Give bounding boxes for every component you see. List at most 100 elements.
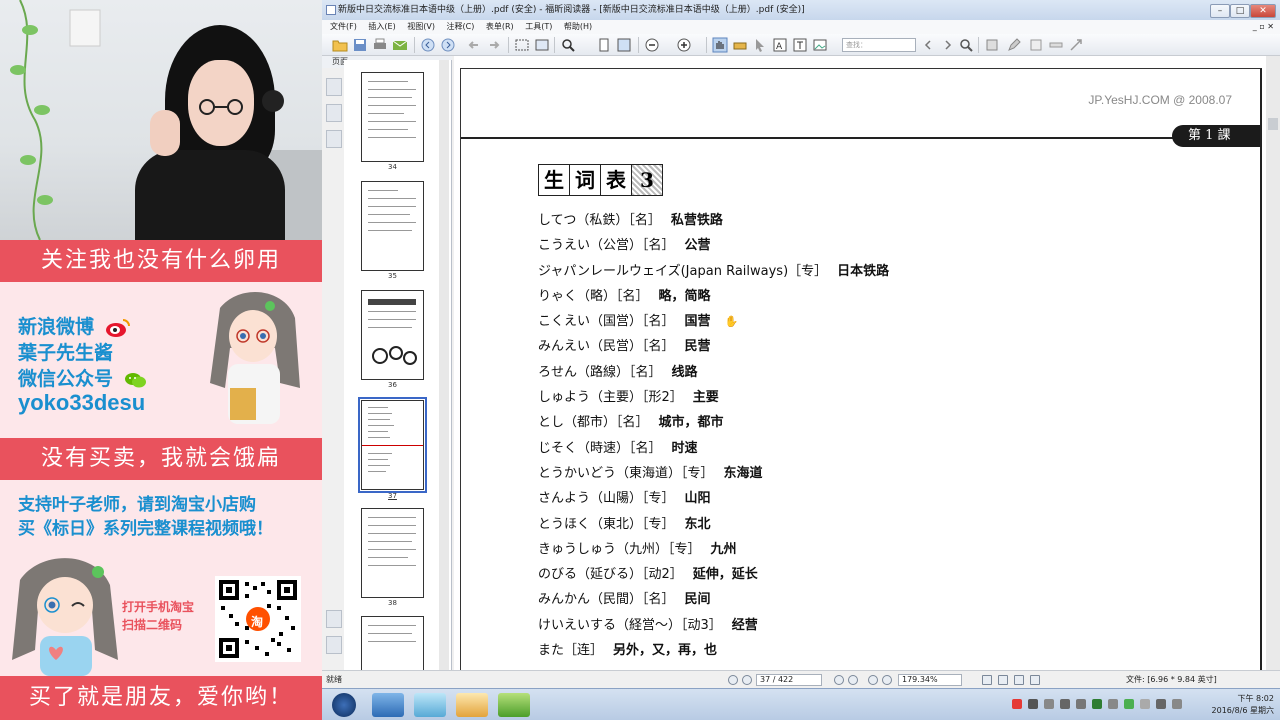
bookmarks-tab[interactable] xyxy=(326,104,342,122)
forward-arrow-icon[interactable] xyxy=(486,37,502,53)
page-thumbnail-35[interactable] xyxy=(361,181,424,271)
text-box-icon[interactable] xyxy=(792,37,808,53)
stamp-icon[interactable] xyxy=(984,37,1000,53)
note-icon[interactable] xyxy=(1028,37,1044,53)
taskbar-app-icon[interactable] xyxy=(498,693,530,717)
save-icon[interactable] xyxy=(352,37,368,53)
attachments-tab[interactable] xyxy=(326,610,342,628)
vocab-meaning: 日本铁路 xyxy=(837,263,890,279)
vocab-row: ろせん（路線）［名］ 线路 xyxy=(538,361,889,386)
vocab-entry: とうほく（東北）［专］ xyxy=(538,516,675,532)
facing-view-icon[interactable] xyxy=(1014,675,1024,685)
next-page-status-icon[interactable] xyxy=(834,675,844,685)
taskbar-app-icon[interactable] xyxy=(414,693,446,717)
vocab-row: しゅよう（主要）［形2］ 主要 xyxy=(538,386,889,411)
prev-page-status-icon[interactable] xyxy=(742,675,752,685)
layers-tab[interactable] xyxy=(326,130,342,148)
taskbar-app-icon[interactable] xyxy=(372,693,404,717)
vocab-row: とうほく（東北）［专］ 东北 xyxy=(538,513,889,538)
thumbnail-page-number: 35 xyxy=(388,272,397,280)
maximize-button[interactable]: □ xyxy=(1230,4,1250,18)
zoom-level-field[interactable]: 179.34% xyxy=(898,674,962,686)
select-text-icon[interactable] xyxy=(514,37,530,53)
next-page-icon[interactable] xyxy=(440,37,456,53)
page-thumbnail-34[interactable] xyxy=(361,72,424,162)
line-arrow-icon[interactable] xyxy=(1068,37,1084,53)
toolbar-separator xyxy=(638,37,639,53)
weibo-line: 新浪微博 xyxy=(18,312,131,339)
vocab-entry: とし（都市）［名］ xyxy=(538,415,649,431)
minimize-button[interactable]: – xyxy=(1210,4,1230,18)
page-number-field[interactable]: 37 / 422 xyxy=(756,674,822,686)
menu-form[interactable]: 表单(R) xyxy=(486,20,514,34)
taskbar-pdf-reader-icon[interactable] xyxy=(456,693,488,717)
zoom-magnifier-icon[interactable] xyxy=(560,37,576,53)
zoom-in-icon[interactable] xyxy=(676,37,692,53)
menu-view[interactable]: 视图(V) xyxy=(407,20,435,34)
arrow-select-icon[interactable] xyxy=(752,37,768,53)
tray-icon[interactable] xyxy=(1124,699,1134,709)
go-back-icon[interactable] xyxy=(868,675,878,685)
network-icon[interactable] xyxy=(1172,699,1182,709)
pages-tab[interactable] xyxy=(326,78,342,96)
menu-comment[interactable]: 注释(C) xyxy=(447,20,475,34)
search-previous-icon[interactable] xyxy=(920,37,936,53)
fit-page-icon[interactable] xyxy=(596,37,612,53)
back-arrow-icon[interactable] xyxy=(466,37,482,53)
tray-icon[interactable] xyxy=(1108,699,1118,709)
qr-center-glyph: 淘 xyxy=(251,615,264,629)
first-page-icon[interactable] xyxy=(728,675,738,685)
pencil-icon[interactable] xyxy=(1006,37,1022,53)
tray-icon[interactable] xyxy=(1140,699,1150,709)
page-thumbnail-37-selected[interactable] xyxy=(358,397,427,493)
tray-icon[interactable] xyxy=(1060,699,1070,709)
search-options-icon[interactable] xyxy=(958,37,974,53)
document-scrollbar[interactable] xyxy=(1266,56,1280,670)
tray-icon[interactable] xyxy=(1028,699,1038,709)
search-input[interactable]: 查找： xyxy=(842,38,916,52)
tray-clock[interactable]: 下午 8:02 2016/8/6 星期六 xyxy=(1212,693,1274,717)
typewriter-icon[interactable] xyxy=(732,37,748,53)
menu-help[interactable]: 帮助(H) xyxy=(564,20,592,34)
go-forward-icon[interactable] xyxy=(882,675,892,685)
menu-insert[interactable]: 插入(E) xyxy=(368,20,395,34)
continuous-view-icon[interactable] xyxy=(998,675,1008,685)
fit-width-icon[interactable] xyxy=(616,37,632,53)
open-folder-icon[interactable] xyxy=(332,37,348,53)
tray-icon[interactable] xyxy=(1012,699,1022,709)
clock-time: 下午 8:02 xyxy=(1237,694,1274,703)
streamer-body xyxy=(135,150,285,240)
vocab-entry: こうえい（公営）［名］ xyxy=(538,238,675,254)
document-window-controls[interactable]: _ ▫ ✕ xyxy=(1253,20,1274,34)
search-next-icon[interactable] xyxy=(940,37,956,53)
page-thumbnail-39[interactable] xyxy=(361,616,424,672)
single-page-view-icon[interactable] xyxy=(982,675,992,685)
page-thumbnail-38[interactable] xyxy=(361,508,424,598)
snapshot-icon[interactable] xyxy=(534,37,550,53)
highlight-icon[interactable] xyxy=(1048,37,1064,53)
previous-page-icon[interactable] xyxy=(420,37,436,53)
tray-icon[interactable] xyxy=(1044,699,1054,709)
start-button[interactable] xyxy=(332,693,356,717)
tray-icon[interactable] xyxy=(1076,699,1086,709)
annotations-tab[interactable] xyxy=(326,636,342,654)
thumbnail-scrollbar[interactable] xyxy=(439,60,449,672)
close-button[interactable]: ✕ xyxy=(1250,4,1276,18)
wechat-label: 微信公众号 xyxy=(18,368,114,390)
volume-icon[interactable] xyxy=(1156,699,1166,709)
menu-tools[interactable]: 工具(T) xyxy=(525,20,552,34)
scrollbar-thumb[interactable] xyxy=(1268,118,1278,130)
find-text-icon[interactable]: A xyxy=(772,37,788,53)
vocab-entry: りゃく（略）［名］ xyxy=(538,288,649,304)
continuous-facing-view-icon[interactable] xyxy=(1030,675,1040,685)
page-thumbnail-36[interactable] xyxy=(361,290,424,380)
image-icon[interactable] xyxy=(812,37,828,53)
menu-file[interactable]: 文件(F) xyxy=(330,20,357,34)
zoom-out-icon[interactable] xyxy=(644,37,660,53)
tray-icon[interactable] xyxy=(1092,699,1102,709)
print-icon[interactable] xyxy=(372,37,388,53)
page-watermark: JP.YesHJ.COM @ 2008.07 xyxy=(1088,93,1232,107)
last-page-icon[interactable] xyxy=(848,675,858,685)
email-icon[interactable] xyxy=(392,37,408,53)
hand-tool-icon[interactable] xyxy=(712,37,728,53)
